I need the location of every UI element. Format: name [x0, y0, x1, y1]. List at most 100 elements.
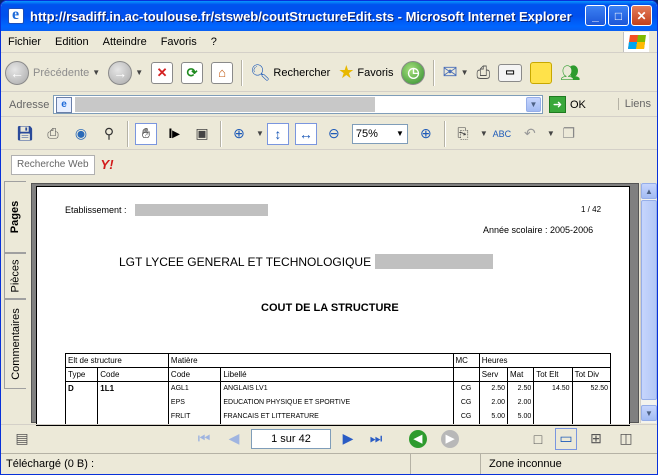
row-type — [64, 409, 99, 424]
undo-dropdown-icon[interactable]: ▼ — [547, 129, 555, 138]
menu-atteindre[interactable]: Atteindre — [96, 36, 154, 48]
undo-icon[interactable]: ↶ — [519, 123, 541, 145]
row-tot-div: 52.50 — [571, 381, 612, 396]
address-input[interactable] — [75, 97, 375, 112]
table-row: FRLIT FRANCAIS ET LITTERATURE CG 5.00 5.… — [64, 409, 612, 424]
single-page-icon[interactable]: □ — [527, 428, 549, 450]
continuous-facing-icon[interactable]: ◫ — [615, 428, 637, 450]
last-page-icon[interactable]: ⏭ — [365, 428, 387, 450]
web-search-button[interactable]: Recherche Web — [11, 154, 95, 175]
page-indicator: 1 sur 42 — [271, 432, 311, 445]
menu-favoris[interactable]: Favoris — [154, 36, 204, 48]
select-text-icon[interactable]: I▸ — [163, 123, 185, 145]
tab-attachments[interactable]: Pièces — [4, 253, 26, 299]
messenger-button[interactable]: 👥︎ — [556, 57, 584, 89]
tab-comments[interactable]: Commentaires — [4, 299, 26, 389]
snapshot-icon[interactable]: ▣ — [191, 123, 213, 145]
page-layout-icon[interactable]: ▤ — [11, 428, 33, 450]
spell-check-icon[interactable]: ABC — [491, 123, 513, 145]
back-arrow-icon: ← — [5, 60, 29, 85]
back-button[interactable]: ← Précédente ▼ — [1, 57, 104, 89]
zoom-select[interactable]: 75% ▼ — [351, 123, 408, 144]
discuss-button[interactable] — [526, 57, 556, 89]
previous-page-icon[interactable]: ◀ — [223, 428, 245, 450]
rotate-view-icon[interactable]: ⎘ — [452, 123, 474, 145]
rotate-dropdown-icon[interactable]: ▼ — [480, 129, 488, 138]
facing-pages-icon[interactable]: ⊞ — [585, 428, 607, 450]
forward-button[interactable]: → ▼ — [104, 57, 147, 89]
hand-tool-icon[interactable]: ✋︎ — [135, 122, 157, 145]
menu-fichier[interactable]: Fichier — [1, 36, 48, 48]
next-page-icon[interactable]: ▶ — [337, 428, 359, 450]
continuous-page-icon[interactable]: ▭ — [555, 427, 577, 450]
edit-button[interactable]: ▭ — [494, 57, 526, 89]
binoculars-icon[interactable]: ⚲ — [98, 123, 120, 145]
search-toolbar: Recherche Web Y! — [1, 151, 657, 178]
mail-button[interactable]: ✉ ▼ — [438, 57, 472, 89]
copy-icon[interactable]: ❐ — [558, 123, 580, 145]
refresh-icon: ⟳ — [181, 61, 204, 84]
history-icon: ◷ — [401, 60, 426, 85]
back-dropdown-icon[interactable]: ▼ — [92, 68, 100, 77]
vertical-scrollbar[interactable]: ▲ ▼ — [640, 183, 657, 423]
save-icon[interactable]: 💾︎ — [14, 123, 36, 145]
zoom-tool-dropdown-icon[interactable]: ▼ — [256, 129, 264, 138]
minimize-button[interactable]: _ — [585, 5, 606, 26]
go-button[interactable]: ➜ OK — [549, 96, 586, 113]
header-elt-structure: Elt de structure — [65, 353, 169, 368]
scrollbar-thumb[interactable] — [641, 200, 657, 400]
title-bar[interactable]: http://rsadiff.in.ac-toulouse.fr/stsweb/… — [1, 1, 657, 31]
back-label: Précédente — [33, 66, 90, 79]
row-mat: 2.00 — [506, 395, 535, 410]
row-tot-div — [571, 409, 612, 424]
row-matiere-code: EPS — [167, 395, 222, 410]
menu-help[interactable]: ? — [204, 36, 224, 48]
maximize-button[interactable]: □ — [608, 5, 629, 26]
zoom-in-icon[interactable]: ⊕ — [415, 123, 437, 145]
toolbar-separator — [127, 120, 128, 147]
scroll-down-icon[interactable]: ▼ — [641, 405, 657, 421]
close-button[interactable]: ✕ — [631, 5, 652, 26]
refresh-button[interactable]: ⟳ — [177, 57, 207, 89]
zoom-in-tool-icon[interactable]: ⊕ — [228, 123, 250, 145]
document-view[interactable]: Etablissement : 1 / 42 Année scolaire : … — [31, 183, 639, 426]
email-icon[interactable]: ◉ — [70, 123, 92, 145]
first-page-icon[interactable]: ⏮ — [193, 428, 215, 450]
next-view-icon[interactable]: ▶ — [441, 429, 459, 448]
status-bar: Téléchargé (0 B) : Zone inconnue — [1, 453, 657, 474]
menu-edition[interactable]: Edition — [48, 36, 96, 48]
search-button[interactable]: 🔍︎ Rechercher — [246, 57, 334, 89]
previous-view-icon[interactable]: ◀ — [409, 429, 427, 448]
yahoo-logo-icon[interactable]: Y! — [101, 157, 114, 172]
browser-window: http://rsadiff.in.ac-toulouse.fr/stsweb/… — [0, 0, 658, 475]
row-type — [64, 395, 99, 410]
zoom-out-icon[interactable]: ⊖ — [323, 123, 345, 145]
structure-cost-table: Elt de structure Matière MC Heures Type … — [64, 353, 612, 424]
print-button[interactable]: ⎙ — [473, 57, 495, 89]
scroll-up-icon[interactable]: ▲ — [641, 183, 657, 199]
mail-dropdown-icon[interactable]: ▼ — [461, 68, 469, 77]
favorites-button[interactable]: ★ Favoris — [334, 57, 397, 89]
header-heures: Heures — [478, 353, 612, 368]
header-type: Type — [64, 367, 99, 382]
toolbar-separator — [443, 120, 445, 147]
redacted-school-name — [375, 254, 493, 269]
fit-height-icon[interactable]: ↕ — [266, 122, 289, 145]
history-button[interactable]: ◷ — [397, 57, 429, 89]
address-dropdown-icon[interactable]: ▼ — [526, 97, 541, 112]
forward-dropdown-icon[interactable]: ▼ — [135, 68, 143, 77]
address-field[interactable]: e ▼ — [53, 95, 543, 114]
page-number-field[interactable]: 1 sur 42 — [251, 428, 331, 449]
home-button[interactable]: ⌂ — [207, 57, 237, 89]
tab-pages[interactable]: Pages — [4, 181, 26, 253]
links-toolbar[interactable]: Liens — [617, 98, 651, 110]
page-navigation-bar: ▤ ⏮ ◀ 1 sur 42 ▶ ⏭ ◀ ▶ □ ▭ ⊞ ◫ — [1, 424, 657, 452]
print-icon[interactable]: ⎙ — [42, 123, 64, 145]
go-arrow-icon: ➜ — [549, 96, 566, 113]
toolbar-separator — [220, 120, 221, 147]
stop-button[interactable]: ✕ — [147, 57, 177, 89]
row-mc: CG — [452, 409, 480, 424]
zoom-value: 75% — [355, 127, 378, 140]
fit-width-icon[interactable]: ↔ — [294, 122, 317, 145]
establishment-label: Etablissement : — [65, 205, 127, 215]
